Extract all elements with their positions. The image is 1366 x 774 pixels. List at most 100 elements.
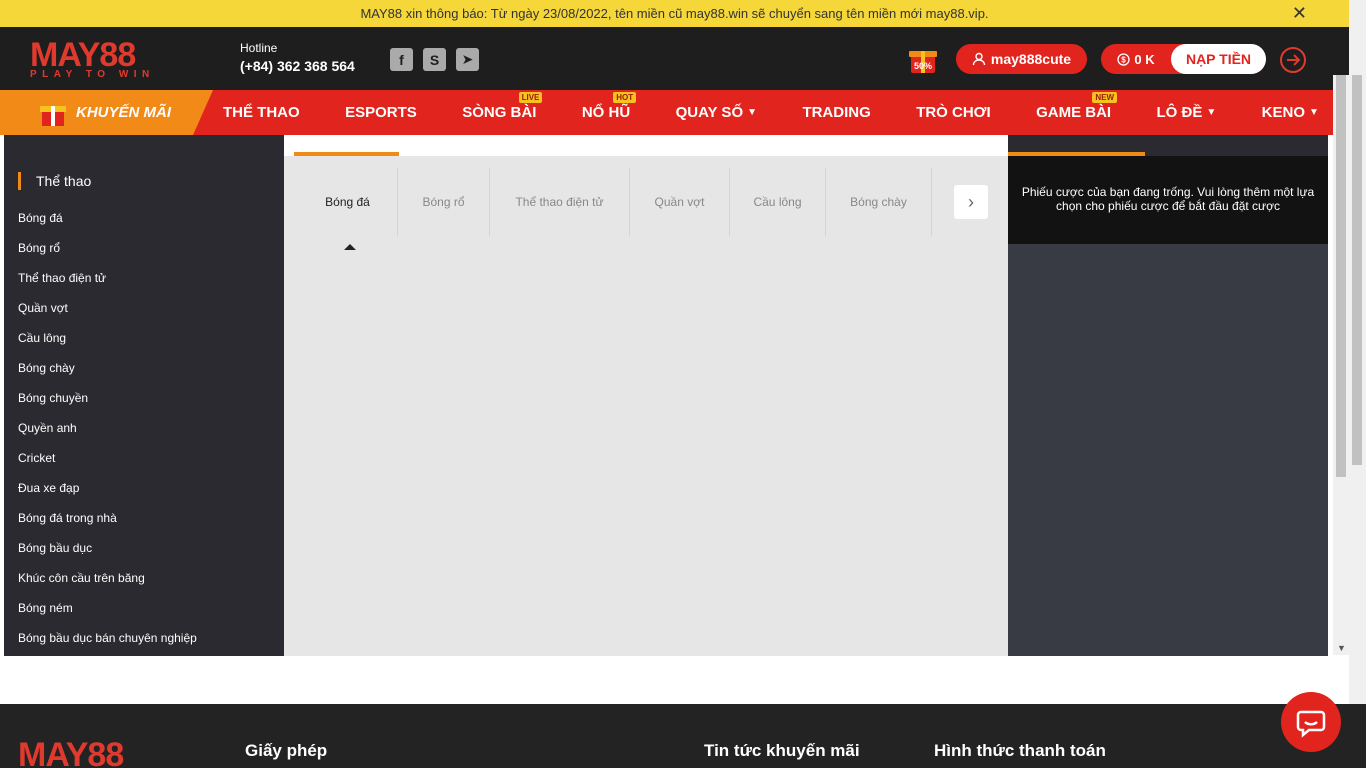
nav-item-no-hu[interactable]: NỔ HŨ HOT [581, 92, 637, 121]
page-scrollbar[interactable] [1349, 0, 1366, 768]
user-account-button[interactable]: may888cute [956, 44, 1087, 74]
nav-item-label: SÒNG BÀI [462, 104, 537, 121]
footer-logo[interactable]: MAY88 [18, 736, 124, 774]
footer-logo-text: MAY88 [18, 736, 124, 774]
svg-text:$: $ [1122, 55, 1127, 64]
sidebar-item-bong-da[interactable]: Bóng đá [18, 210, 197, 240]
promo-gift-icon[interactable]: 50% [907, 43, 939, 75]
facebook-icon[interactable]: f [390, 48, 413, 71]
nav-item-label: GAME BÀI [1036, 104, 1112, 121]
logo-brand: MAY88 [30, 38, 175, 72]
sports-sidebar: Thể thao Bóng đá Bóng rổ Thể thao điện t… [4, 135, 284, 656]
close-icon[interactable]: ✕ [1292, 4, 1307, 22]
sidebar-item-quyen-anh[interactable]: Quyền anh [18, 420, 197, 450]
bet-slip-empty-message: Phiếu cược của bạn đang trống. Vui lòng … [1008, 156, 1328, 244]
nav-item-label: NỔ HŨ [581, 104, 631, 121]
content-scrollbar[interactable]: ▼ [1333, 75, 1349, 655]
chevron-down-icon: ▼ [747, 107, 758, 118]
chevron-down-icon: ▼ [1309, 107, 1319, 118]
balance-amount: 0 K [1134, 51, 1155, 67]
sport-tab-bong-da[interactable]: Bóng đá [298, 168, 398, 236]
bet-slip: Phiếu cược của bạn đang trống. Vui lòng … [1008, 135, 1328, 656]
sidebar-list: Bóng đá Bóng rổ Thể thao điện tử Quần vợ… [18, 210, 197, 656]
main-content: Bóng đá Bóng rổ Thể thao điện tử Quần vợ… [284, 135, 1008, 656]
sidebar-item-bong-chuyen[interactable]: Bóng chuyền [18, 390, 197, 420]
coin-icon: $ [1117, 52, 1131, 66]
chevron-right-icon[interactable]: › [954, 185, 988, 219]
sidebar-item-dua-xe-dap[interactable]: Đua xe đạp [18, 480, 197, 510]
nav-item-tro-choi[interactable]: TRÒ CHƠI [916, 104, 990, 121]
sidebar-item-cricket[interactable]: Cricket [18, 450, 197, 480]
nav-item-game-bai[interactable]: GAME BÀI NEW [1036, 92, 1118, 121]
nav-item-label: LÔ ĐỀ [1156, 104, 1203, 121]
nav-promo-label: KHUYẾN MÃI [76, 104, 172, 121]
active-sport-caret [344, 244, 356, 250]
live-chat-button[interactable] [1281, 692, 1341, 752]
social-links: f S ➤ [390, 48, 479, 71]
skype-icon[interactable]: S [423, 48, 446, 71]
scrollbar-thumb[interactable] [1336, 75, 1346, 477]
sidebar-item-ice-hockey[interactable]: Khúc côn cầu trên băng [18, 570, 197, 600]
hotline-number[interactable]: (+84) 362 368 564 [240, 58, 355, 74]
nav-promo[interactable]: KHUYẾN MÃI [0, 90, 213, 135]
main-nav: KHUYẾN MÃI THỂ THAO ESPORTS SÒNG BÀI LIVE… [0, 90, 1349, 135]
nav-item-label: KENO [1261, 104, 1306, 121]
hot-badge: HOT [613, 92, 637, 103]
footer-heading-promo-news: Tin tức khuyến mãi [704, 741, 860, 760]
nav-item-lo-de[interactable]: LÔ ĐỀ ▼ [1157, 104, 1217, 121]
sports-tabs: Bóng đá Bóng rổ Thể thao điện tử Quần vợ… [298, 168, 932, 236]
sport-tab-bong-ro[interactable]: Bóng rổ [398, 168, 490, 236]
nav-item-esports[interactable]: ESPORTS [345, 104, 417, 121]
sport-tab-esports[interactable]: Thể thao điện tử [490, 168, 630, 236]
new-badge: NEW [1092, 92, 1118, 103]
deposit-button[interactable]: NẠP TIỀN [1171, 44, 1266, 74]
active-tab-indicator [294, 152, 399, 156]
nav-item-quay-so[interactable]: QUAY SỐ ▼ [676, 104, 757, 121]
nav-items: THỂ THAO ESPORTS SÒNG BÀI LIVE NỔ HŨ HOT Q… [213, 92, 1349, 121]
sport-tab-cau-long[interactable]: Cầu lông [730, 168, 826, 236]
logo[interactable]: MAY88 PLAY TO WIN [30, 38, 175, 80]
gift-icon [40, 105, 66, 126]
section-title-text: Thể thao [36, 173, 92, 189]
sidebar-item-rugby-league[interactable]: Bóng bầu dục bán chuyên nghiệp [18, 630, 197, 656]
nav-item-song-bai[interactable]: SÒNG BÀI LIVE [462, 92, 543, 121]
sidebar-item-quan-vot[interactable]: Quần vợt [18, 300, 197, 330]
sport-tab-bong-chay[interactable]: Bóng chày [826, 168, 932, 236]
logo-tagline: PLAY TO WIN [30, 69, 155, 80]
sport-tab-quan-vot[interactable]: Quần vợt [630, 168, 730, 236]
nav-item-the-thao[interactable]: THỂ THAO [223, 104, 300, 121]
username: may888cute [990, 51, 1072, 67]
nav-item-trading[interactable]: TRADING [802, 104, 870, 121]
nav-item-label: THỂ THAO [223, 104, 300, 121]
nav-item-label: QUAY SỐ [675, 104, 744, 121]
header: MAY88 PLAY TO WIN Hotline (+84) 362 368 … [0, 27, 1349, 90]
balance[interactable]: $ 0 K [1101, 52, 1171, 67]
footer-heading-payment: Hình thức thanh toán [934, 741, 1106, 760]
footer: MAY88 Giấy phép Tin tức khuyến mãi Hình … [0, 704, 1366, 772]
section-accent-bar [18, 172, 21, 190]
chat-icon [1296, 710, 1326, 738]
sidebar-item-bong-chay[interactable]: Bóng chày [18, 360, 197, 390]
scroll-down-icon[interactable]: ▼ [1337, 643, 1346, 653]
telegram-icon[interactable]: ➤ [456, 48, 479, 71]
notice-bar: MAY88 xin thông báo: Từ ngày 23/08/2022,… [0, 0, 1349, 27]
user-icon [972, 52, 986, 66]
sidebar-item-bong-nem[interactable]: Bóng ném [18, 600, 197, 630]
sidebar-section-title: Thể thao [18, 172, 91, 190]
chevron-down-icon: ▼ [1206, 107, 1217, 118]
sidebar-item-esports[interactable]: Thể thao điện tử [18, 270, 197, 300]
promo-badge-text: 50% [914, 61, 932, 71]
footer-heading-license: Giấy phép [245, 741, 328, 760]
live-badge: LIVE [518, 92, 543, 103]
sidebar-item-bong-bau-duc[interactable]: Bóng bầu dục [18, 540, 197, 570]
nav-item-label: TRÒ CHƠI [916, 104, 991, 121]
logout-icon[interactable] [1279, 46, 1307, 74]
sidebar-item-bong-ro[interactable]: Bóng rổ [18, 240, 197, 270]
page-scrollbar-thumb[interactable] [1352, 75, 1362, 465]
sidebar-item-futsal[interactable]: Bóng đá trong nhà [18, 510, 197, 540]
notice-text: MAY88 xin thông báo: Từ ngày 23/08/2022,… [360, 6, 989, 21]
nav-item-label: TRADING [802, 104, 871, 121]
hotline: Hotline (+84) 362 368 564 [240, 41, 355, 74]
nav-item-keno[interactable]: KENO ▼ [1262, 104, 1319, 121]
sidebar-item-cau-long[interactable]: Cầu lông [18, 330, 197, 360]
